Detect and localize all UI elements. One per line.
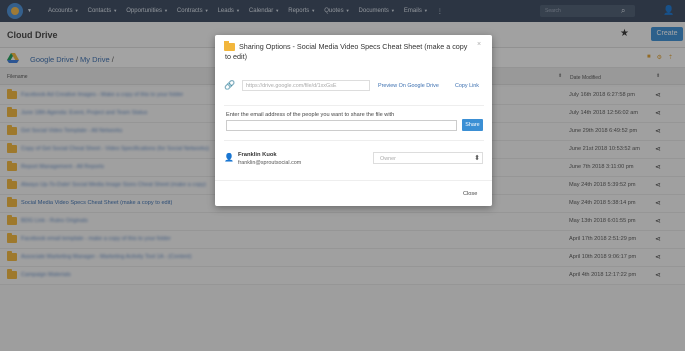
role-value: Owner: [380, 156, 396, 162]
share-button[interactable]: Share: [462, 119, 483, 131]
link-icon: 🔗: [224, 80, 236, 90]
close-icon[interactable]: ×: [477, 41, 481, 48]
divider: [215, 180, 492, 181]
close-button[interactable]: Close: [463, 191, 477, 197]
preview-google-drive-link[interactable]: Preview On Google Drive: [378, 83, 439, 89]
share-link-field[interactable]: https://drive.google.com/file/d/1xxGsE: [242, 80, 370, 91]
modal-title: Sharing Options - Social Media Video Spe…: [225, 42, 468, 61]
divider: [224, 105, 484, 106]
email-label: Enter the email address of the people yo…: [226, 112, 395, 118]
person-email: franklin@sproutsocial.com: [238, 160, 302, 166]
sharing-options-modal: Sharing Options - Social Media Video Spe…: [215, 35, 492, 206]
divider: [224, 140, 484, 141]
copy-link-button[interactable]: Copy Link: [455, 83, 479, 89]
select-arrows-icon: ⬍: [474, 155, 480, 162]
person-icon: 👤: [224, 153, 234, 162]
email-input[interactable]: [226, 120, 457, 131]
person-name: Franklin Kuok: [238, 152, 277, 158]
role-select[interactable]: Owner ⬍: [373, 152, 483, 164]
